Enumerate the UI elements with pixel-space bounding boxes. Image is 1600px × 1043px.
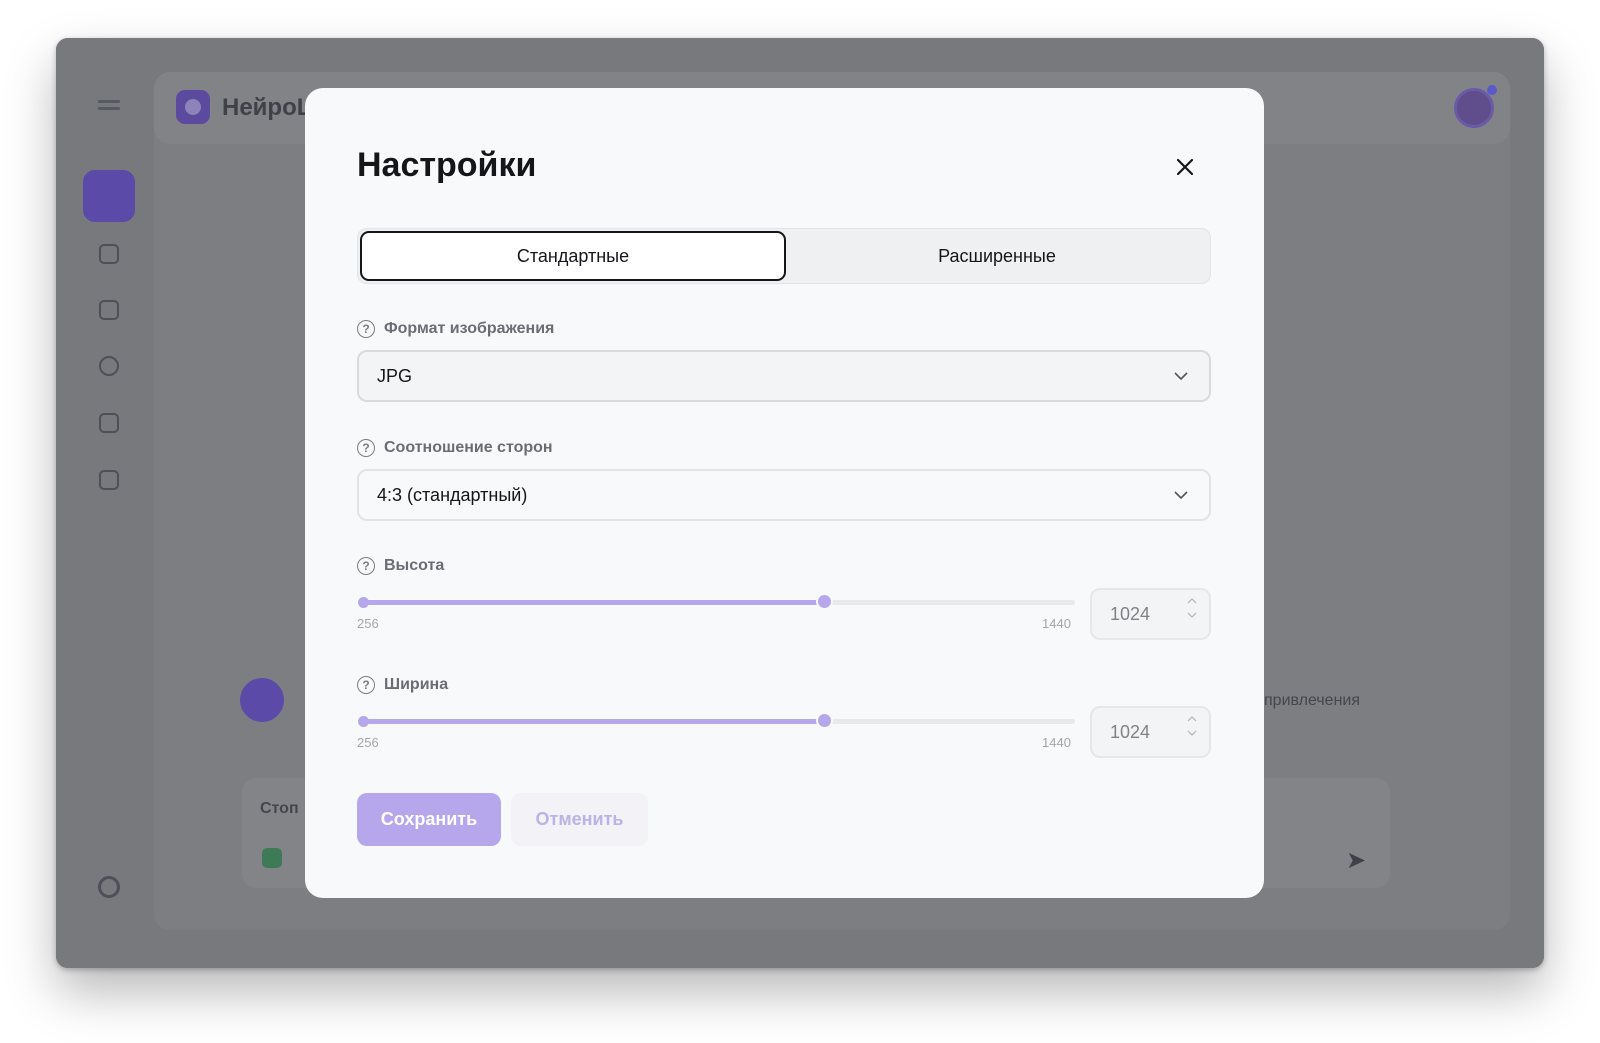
logo-icon (176, 90, 210, 124)
height-min: 256 (357, 616, 379, 631)
chevron-down-icon (1174, 372, 1188, 381)
width-number-input[interactable]: 1024 (1090, 706, 1211, 758)
width-slider-thumb[interactable] (816, 712, 834, 729)
tab-advanced[interactable]: Расширенные (784, 229, 1210, 283)
width-slider-start (358, 716, 369, 727)
height-number-input[interactable]: 1024 (1090, 588, 1211, 640)
width-value: 1024 (1110, 721, 1151, 742)
input-snippet: Стоп (260, 800, 299, 817)
settings-modal: Настройки Расширенные Стандартные ? Форм… (305, 88, 1264, 898)
menu-icon[interactable] (98, 100, 120, 116)
user-avatar[interactable] (1454, 85, 1497, 128)
format-label-row: ? Формат изображения (357, 320, 554, 338)
width-max: 1440 (1042, 735, 1071, 750)
chevron-down-icon[interactable] (1187, 730, 1197, 736)
height-value: 1024 (1110, 603, 1151, 624)
width-min: 256 (357, 735, 379, 750)
cancel-button[interactable]: Отменить (511, 793, 648, 846)
chat-icon[interactable] (99, 413, 119, 433)
calendar-icon[interactable] (99, 300, 119, 320)
attachment-chip (262, 848, 282, 868)
close-icon[interactable] (1170, 152, 1200, 182)
chevron-up-icon[interactable] (1187, 598, 1197, 604)
save-button[interactable]: Сохранить (357, 793, 501, 846)
assistant-avatar (240, 678, 284, 722)
help-icon[interactable]: ? (357, 320, 375, 338)
format-label: Формат изображения (384, 320, 555, 337)
width-slider-fill (361, 719, 825, 724)
height-slider[interactable] (358, 593, 1075, 610)
help-icon[interactable]: ? (357, 557, 375, 575)
sidebar-item-active[interactable] (83, 170, 135, 222)
height-slider-fill (361, 600, 825, 605)
app-logo-text: НейроL (222, 94, 312, 121)
aspect-label: Соотношение сторон (384, 439, 553, 456)
users-icon[interactable] (99, 356, 119, 376)
aspect-value: 4:3 (стандартный) (377, 484, 528, 505)
height-slider-start (358, 597, 369, 608)
help-icon[interactable]: ? (357, 676, 375, 694)
modal-title: Настройки (357, 146, 537, 184)
tab-standard[interactable]: Стандартные (360, 231, 786, 281)
height-slider-thumb[interactable] (816, 593, 834, 610)
chevron-down-icon (1174, 491, 1188, 500)
card-icon[interactable] (99, 470, 119, 490)
width-slider[interactable] (358, 712, 1075, 729)
chat-snippet: привлечения (1264, 692, 1361, 709)
grid-icon[interactable] (99, 244, 119, 264)
height-label-row: ? Высота (357, 557, 444, 575)
theme-toggle-icon[interactable] (98, 876, 120, 898)
chevron-down-icon[interactable] (1187, 612, 1197, 618)
aspect-label-row: ? Соотношение сторон (357, 439, 553, 457)
send-icon[interactable]: ➤ (1346, 846, 1366, 875)
help-icon[interactable]: ? (357, 439, 375, 457)
format-select[interactable]: JPG (357, 350, 1211, 402)
chevron-up-icon[interactable] (1187, 716, 1197, 722)
aspect-select[interactable]: 4:3 (стандартный) (357, 469, 1211, 521)
height-max: 1440 (1042, 616, 1071, 631)
height-label: Высота (384, 557, 445, 574)
width-label: Ширина (384, 676, 449, 693)
settings-tabs: Расширенные Стандартные (357, 228, 1211, 284)
width-label-row: ? Ширина (357, 676, 448, 694)
format-value: JPG (377, 365, 413, 386)
